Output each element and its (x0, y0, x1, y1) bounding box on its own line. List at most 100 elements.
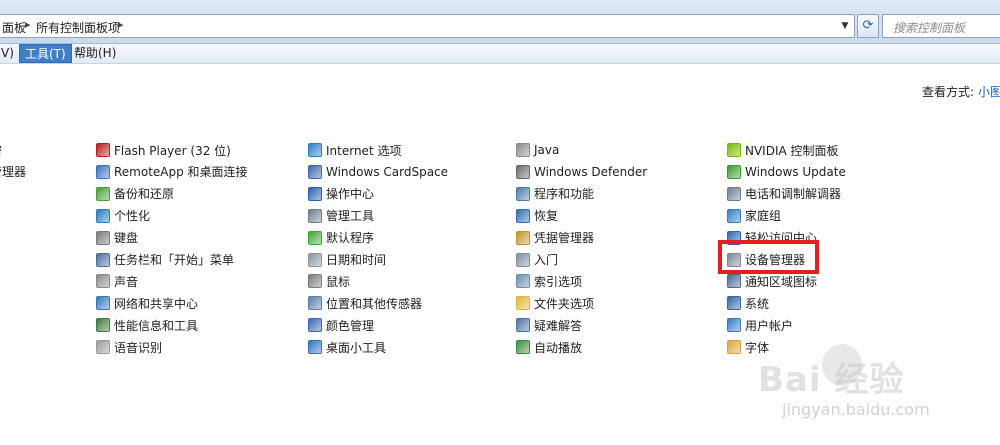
keyboard-icon (96, 230, 110, 245)
control-panel-item[interactable]: 索引选项 (516, 272, 582, 290)
gadgets-icon (308, 340, 322, 355)
index-icon (516, 274, 530, 289)
view-by-dropdown[interactable]: 小图 (978, 83, 1000, 100)
control-panel-item[interactable]: 系统 (727, 294, 769, 312)
sound-icon (96, 274, 110, 289)
control-panel-item[interactable]: 管理工具 (308, 207, 374, 225)
menu-view[interactable]: V) (0, 44, 19, 63)
control-panel-item[interactable]: 键盘 (96, 229, 138, 247)
control-panel-item[interactable]: Windows CardSpace (308, 163, 448, 181)
control-panel-item[interactable]: 凭据管理器 (516, 229, 594, 247)
breadcrumb-all-items[interactable]: 所有控制面板项 (36, 19, 120, 36)
remote-desktop-icon (96, 164, 110, 179)
item-label: 桌面小工具 (326, 340, 387, 355)
control-panel-item[interactable]: 通知区域图标 (727, 272, 817, 290)
control-panel-item[interactable]: 任务栏和「开始」菜单 (96, 251, 234, 269)
item-label: 鼠标 (326, 274, 351, 289)
control-panel-item[interactable]: Flash Player (32 位) (96, 141, 231, 159)
control-panel-item[interactable]: 家庭组 (727, 207, 781, 225)
item-label: 颜色管理 (326, 318, 375, 333)
item-label: 通知区域图标 (745, 274, 818, 289)
item-label: 家庭组 (745, 209, 782, 224)
cardspace-icon (308, 164, 322, 179)
autoplay-icon (516, 340, 530, 355)
refresh-button[interactable]: ⟳ (857, 14, 879, 38)
item-label: 性能信息和工具 (114, 318, 199, 333)
control-panel-item[interactable]: 网络和共享中心 (96, 294, 198, 312)
menu-help[interactable]: 帮助(H) (69, 44, 121, 63)
address-toolbar: 面板 ▸ 所有控制面板项 ▸ ▼ ⟳ 搜索控制面板 (0, 0, 1000, 44)
network-icon (96, 296, 110, 311)
control-panel-item[interactable]: 操作中心 (308, 185, 374, 203)
item-label: 操作中心 (326, 187, 375, 202)
control-panel-item[interactable]: Windows Defender (516, 163, 647, 181)
color-icon (308, 318, 322, 333)
control-panel-item[interactable]: 语音识别 (96, 338, 162, 356)
control-panel-item[interactable]: 管理器 (0, 163, 26, 181)
search-input[interactable]: 搜索控制面板 (882, 14, 1000, 38)
control-panel-item[interactable]: 桌面小工具 (308, 338, 386, 356)
windows-update-icon (727, 164, 741, 179)
control-panel-item[interactable]: Windows Update (727, 163, 846, 181)
control-panel-item[interactable]: 颜色管理 (308, 316, 374, 334)
control-panel-item[interactable]: 用户帐户 (727, 316, 793, 334)
control-panel-item[interactable]: 默认程序 (308, 229, 374, 247)
item-label: 声音 (114, 274, 139, 289)
troubleshoot-icon (516, 318, 530, 333)
view-by-label: 查看方式: (922, 85, 975, 99)
control-panel-item[interactable]: 电话和调制解调器 (727, 185, 841, 203)
menu-tools[interactable]: 工具(T) (19, 44, 72, 63)
control-panel-item[interactable]: 个性化 (96, 207, 150, 225)
address-bar[interactable]: 面板 ▸ 所有控制面板项 ▸ ▼ (0, 14, 855, 38)
sensor-icon (308, 296, 322, 311)
item-label: 网络和共享中心 (114, 296, 199, 311)
backup-icon (96, 186, 110, 201)
control-panel-item[interactable]: RemoteApp 和桌面连接 (96, 163, 248, 181)
item-label: 系统 (745, 296, 770, 311)
personalize-icon (96, 208, 110, 223)
item-label: 键盘 (114, 231, 139, 246)
control-panel-item[interactable]: 日期和时间 (308, 251, 386, 269)
control-panel-item[interactable]: 备份和还原 (96, 185, 174, 203)
internet-icon (308, 143, 322, 157)
item-label: 索引选项 (534, 274, 583, 289)
item-label: Internet 选项 (326, 143, 402, 158)
background-ghost-text (480, 0, 640, 14)
phone-icon (727, 186, 741, 201)
item-label: Windows CardSpace (326, 164, 449, 179)
watermark-url: jingyan.baidu.com (782, 400, 930, 419)
item-label: 管理工具 (326, 209, 375, 224)
item-label: 备份和还原 (114, 187, 175, 202)
control-panel-item[interactable]: 密 (0, 141, 2, 159)
homegroup-icon (727, 208, 741, 223)
recovery-icon (516, 208, 530, 223)
control-panel-item[interactable]: NVIDIA 控制面板 (727, 141, 839, 159)
control-panel-item[interactable]: 程序和功能 (516, 185, 594, 203)
item-label: 日期和时间 (326, 253, 387, 267)
control-panel-item[interactable]: 文件夹选项 (516, 294, 594, 312)
control-panel-item[interactable]: 自动播放 (516, 338, 582, 356)
programs-icon (516, 186, 530, 201)
control-panel-item[interactable]: 恢复 (516, 207, 558, 225)
chevron-down-icon[interactable]: ▼ (838, 18, 852, 34)
control-panel-item[interactable]: 疑难解答 (516, 316, 582, 334)
mouse-icon (308, 274, 322, 289)
breadcrumb-separator-icon[interactable]: ▸ (118, 18, 124, 31)
control-panel-item[interactable]: 声音 (96, 272, 138, 290)
control-panel-item[interactable]: 鼠标 (308, 272, 350, 290)
breadcrumb-control-panel[interactable]: 面板 (2, 19, 26, 36)
control-panel-item[interactable]: 位置和其他传感器 (308, 294, 422, 312)
folder-icon (516, 296, 530, 311)
performance-icon (96, 318, 110, 333)
control-panel-item[interactable]: Internet 选项 (308, 141, 401, 159)
control-panel-item[interactable]: 入门 (516, 251, 558, 269)
breadcrumb-separator-icon[interactable]: ▸ (25, 18, 31, 31)
notification-icon (727, 274, 741, 289)
control-panel-item[interactable]: 性能信息和工具 (96, 316, 198, 334)
search-placeholder: 搜索控制面板 (893, 21, 966, 35)
java-icon (516, 143, 530, 157)
user-icon (727, 318, 741, 333)
control-panel-item[interactable]: Java (516, 141, 559, 159)
system-icon (727, 296, 741, 311)
nvidia-icon (727, 143, 741, 157)
